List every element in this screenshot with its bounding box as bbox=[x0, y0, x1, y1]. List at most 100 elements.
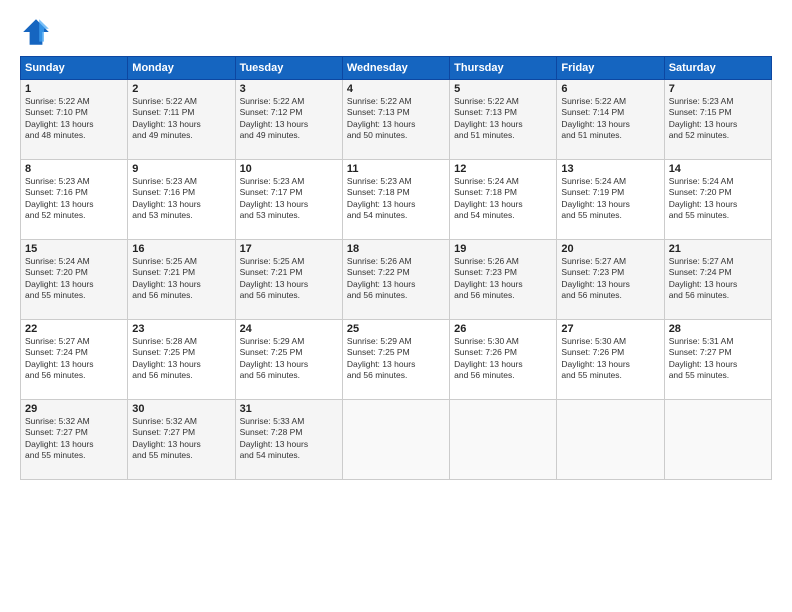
day-number: 23 bbox=[132, 323, 230, 335]
day-cell-12: 12Sunrise: 5:24 AM Sunset: 7:18 PM Dayli… bbox=[450, 160, 557, 240]
day-cell-5: 5Sunrise: 5:22 AM Sunset: 7:13 PM Daylig… bbox=[450, 80, 557, 160]
weekday-header-saturday: Saturday bbox=[664, 57, 771, 80]
day-info: Sunrise: 5:27 AM Sunset: 7:24 PM Dayligh… bbox=[669, 256, 767, 302]
day-number: 7 bbox=[669, 83, 767, 95]
weekday-header-thursday: Thursday bbox=[450, 57, 557, 80]
day-cell-11: 11Sunrise: 5:23 AM Sunset: 7:18 PM Dayli… bbox=[342, 160, 449, 240]
empty-cell bbox=[450, 400, 557, 480]
day-cell-30: 30Sunrise: 5:32 AM Sunset: 7:27 PM Dayli… bbox=[128, 400, 235, 480]
week-row-2: 8Sunrise: 5:23 AM Sunset: 7:16 PM Daylig… bbox=[21, 160, 772, 240]
day-info: Sunrise: 5:31 AM Sunset: 7:27 PM Dayligh… bbox=[669, 336, 767, 382]
page: SundayMondayTuesdayWednesdayThursdayFrid… bbox=[0, 0, 792, 612]
day-number: 13 bbox=[561, 163, 659, 175]
day-info: Sunrise: 5:25 AM Sunset: 7:21 PM Dayligh… bbox=[240, 256, 338, 302]
day-number: 11 bbox=[347, 163, 445, 175]
day-number: 3 bbox=[240, 83, 338, 95]
day-number: 22 bbox=[25, 323, 123, 335]
week-row-1: 1Sunrise: 5:22 AM Sunset: 7:10 PM Daylig… bbox=[21, 80, 772, 160]
day-number: 10 bbox=[240, 163, 338, 175]
day-number: 26 bbox=[454, 323, 552, 335]
day-number: 8 bbox=[25, 163, 123, 175]
day-cell-31: 31Sunrise: 5:33 AM Sunset: 7:28 PM Dayli… bbox=[235, 400, 342, 480]
day-cell-15: 15Sunrise: 5:24 AM Sunset: 7:20 PM Dayli… bbox=[21, 240, 128, 320]
calendar: SundayMondayTuesdayWednesdayThursdayFrid… bbox=[20, 56, 772, 480]
day-info: Sunrise: 5:22 AM Sunset: 7:10 PM Dayligh… bbox=[25, 96, 123, 142]
day-number: 4 bbox=[347, 83, 445, 95]
day-number: 21 bbox=[669, 243, 767, 255]
day-number: 6 bbox=[561, 83, 659, 95]
logo-icon bbox=[20, 16, 52, 48]
day-info: Sunrise: 5:22 AM Sunset: 7:14 PM Dayligh… bbox=[561, 96, 659, 142]
day-cell-10: 10Sunrise: 5:23 AM Sunset: 7:17 PM Dayli… bbox=[235, 160, 342, 240]
empty-cell bbox=[557, 400, 664, 480]
weekday-header-wednesday: Wednesday bbox=[342, 57, 449, 80]
day-number: 17 bbox=[240, 243, 338, 255]
day-cell-8: 8Sunrise: 5:23 AM Sunset: 7:16 PM Daylig… bbox=[21, 160, 128, 240]
weekday-header-row: SundayMondayTuesdayWednesdayThursdayFrid… bbox=[21, 57, 772, 80]
day-number: 29 bbox=[25, 403, 123, 415]
day-info: Sunrise: 5:27 AM Sunset: 7:24 PM Dayligh… bbox=[25, 336, 123, 382]
day-info: Sunrise: 5:23 AM Sunset: 7:16 PM Dayligh… bbox=[25, 176, 123, 222]
day-cell-21: 21Sunrise: 5:27 AM Sunset: 7:24 PM Dayli… bbox=[664, 240, 771, 320]
day-info: Sunrise: 5:26 AM Sunset: 7:23 PM Dayligh… bbox=[454, 256, 552, 302]
day-number: 12 bbox=[454, 163, 552, 175]
day-cell-24: 24Sunrise: 5:29 AM Sunset: 7:25 PM Dayli… bbox=[235, 320, 342, 400]
day-info: Sunrise: 5:32 AM Sunset: 7:27 PM Dayligh… bbox=[132, 416, 230, 462]
day-cell-1: 1Sunrise: 5:22 AM Sunset: 7:10 PM Daylig… bbox=[21, 80, 128, 160]
day-number: 14 bbox=[669, 163, 767, 175]
day-info: Sunrise: 5:29 AM Sunset: 7:25 PM Dayligh… bbox=[347, 336, 445, 382]
day-info: Sunrise: 5:29 AM Sunset: 7:25 PM Dayligh… bbox=[240, 336, 338, 382]
week-row-5: 29Sunrise: 5:32 AM Sunset: 7:27 PM Dayli… bbox=[21, 400, 772, 480]
day-info: Sunrise: 5:22 AM Sunset: 7:12 PM Dayligh… bbox=[240, 96, 338, 142]
weekday-header-monday: Monday bbox=[128, 57, 235, 80]
day-cell-4: 4Sunrise: 5:22 AM Sunset: 7:13 PM Daylig… bbox=[342, 80, 449, 160]
day-number: 30 bbox=[132, 403, 230, 415]
day-info: Sunrise: 5:23 AM Sunset: 7:16 PM Dayligh… bbox=[132, 176, 230, 222]
day-cell-23: 23Sunrise: 5:28 AM Sunset: 7:25 PM Dayli… bbox=[128, 320, 235, 400]
day-cell-18: 18Sunrise: 5:26 AM Sunset: 7:22 PM Dayli… bbox=[342, 240, 449, 320]
day-cell-25: 25Sunrise: 5:29 AM Sunset: 7:25 PM Dayli… bbox=[342, 320, 449, 400]
day-number: 24 bbox=[240, 323, 338, 335]
day-number: 27 bbox=[561, 323, 659, 335]
day-info: Sunrise: 5:22 AM Sunset: 7:11 PM Dayligh… bbox=[132, 96, 230, 142]
day-number: 18 bbox=[347, 243, 445, 255]
day-cell-22: 22Sunrise: 5:27 AM Sunset: 7:24 PM Dayli… bbox=[21, 320, 128, 400]
day-info: Sunrise: 5:22 AM Sunset: 7:13 PM Dayligh… bbox=[454, 96, 552, 142]
day-cell-13: 13Sunrise: 5:24 AM Sunset: 7:19 PM Dayli… bbox=[557, 160, 664, 240]
day-info: Sunrise: 5:24 AM Sunset: 7:19 PM Dayligh… bbox=[561, 176, 659, 222]
day-number: 9 bbox=[132, 163, 230, 175]
day-number: 25 bbox=[347, 323, 445, 335]
day-number: 19 bbox=[454, 243, 552, 255]
day-info: Sunrise: 5:28 AM Sunset: 7:25 PM Dayligh… bbox=[132, 336, 230, 382]
day-info: Sunrise: 5:22 AM Sunset: 7:13 PM Dayligh… bbox=[347, 96, 445, 142]
header bbox=[20, 16, 772, 48]
day-number: 2 bbox=[132, 83, 230, 95]
day-info: Sunrise: 5:23 AM Sunset: 7:17 PM Dayligh… bbox=[240, 176, 338, 222]
day-cell-14: 14Sunrise: 5:24 AM Sunset: 7:20 PM Dayli… bbox=[664, 160, 771, 240]
day-number: 1 bbox=[25, 83, 123, 95]
day-info: Sunrise: 5:24 AM Sunset: 7:20 PM Dayligh… bbox=[25, 256, 123, 302]
day-number: 31 bbox=[240, 403, 338, 415]
day-cell-28: 28Sunrise: 5:31 AM Sunset: 7:27 PM Dayli… bbox=[664, 320, 771, 400]
day-info: Sunrise: 5:26 AM Sunset: 7:22 PM Dayligh… bbox=[347, 256, 445, 302]
day-cell-20: 20Sunrise: 5:27 AM Sunset: 7:23 PM Dayli… bbox=[557, 240, 664, 320]
day-number: 16 bbox=[132, 243, 230, 255]
weekday-header-friday: Friday bbox=[557, 57, 664, 80]
day-info: Sunrise: 5:25 AM Sunset: 7:21 PM Dayligh… bbox=[132, 256, 230, 302]
day-cell-17: 17Sunrise: 5:25 AM Sunset: 7:21 PM Dayli… bbox=[235, 240, 342, 320]
day-number: 20 bbox=[561, 243, 659, 255]
day-info: Sunrise: 5:24 AM Sunset: 7:20 PM Dayligh… bbox=[669, 176, 767, 222]
day-number: 28 bbox=[669, 323, 767, 335]
day-info: Sunrise: 5:30 AM Sunset: 7:26 PM Dayligh… bbox=[561, 336, 659, 382]
day-cell-27: 27Sunrise: 5:30 AM Sunset: 7:26 PM Dayli… bbox=[557, 320, 664, 400]
empty-cell bbox=[342, 400, 449, 480]
weekday-header-tuesday: Tuesday bbox=[235, 57, 342, 80]
day-cell-16: 16Sunrise: 5:25 AM Sunset: 7:21 PM Dayli… bbox=[128, 240, 235, 320]
day-cell-26: 26Sunrise: 5:30 AM Sunset: 7:26 PM Dayli… bbox=[450, 320, 557, 400]
week-row-4: 22Sunrise: 5:27 AM Sunset: 7:24 PM Dayli… bbox=[21, 320, 772, 400]
day-cell-9: 9Sunrise: 5:23 AM Sunset: 7:16 PM Daylig… bbox=[128, 160, 235, 240]
day-cell-6: 6Sunrise: 5:22 AM Sunset: 7:14 PM Daylig… bbox=[557, 80, 664, 160]
day-info: Sunrise: 5:32 AM Sunset: 7:27 PM Dayligh… bbox=[25, 416, 123, 462]
day-info: Sunrise: 5:27 AM Sunset: 7:23 PM Dayligh… bbox=[561, 256, 659, 302]
day-info: Sunrise: 5:24 AM Sunset: 7:18 PM Dayligh… bbox=[454, 176, 552, 222]
